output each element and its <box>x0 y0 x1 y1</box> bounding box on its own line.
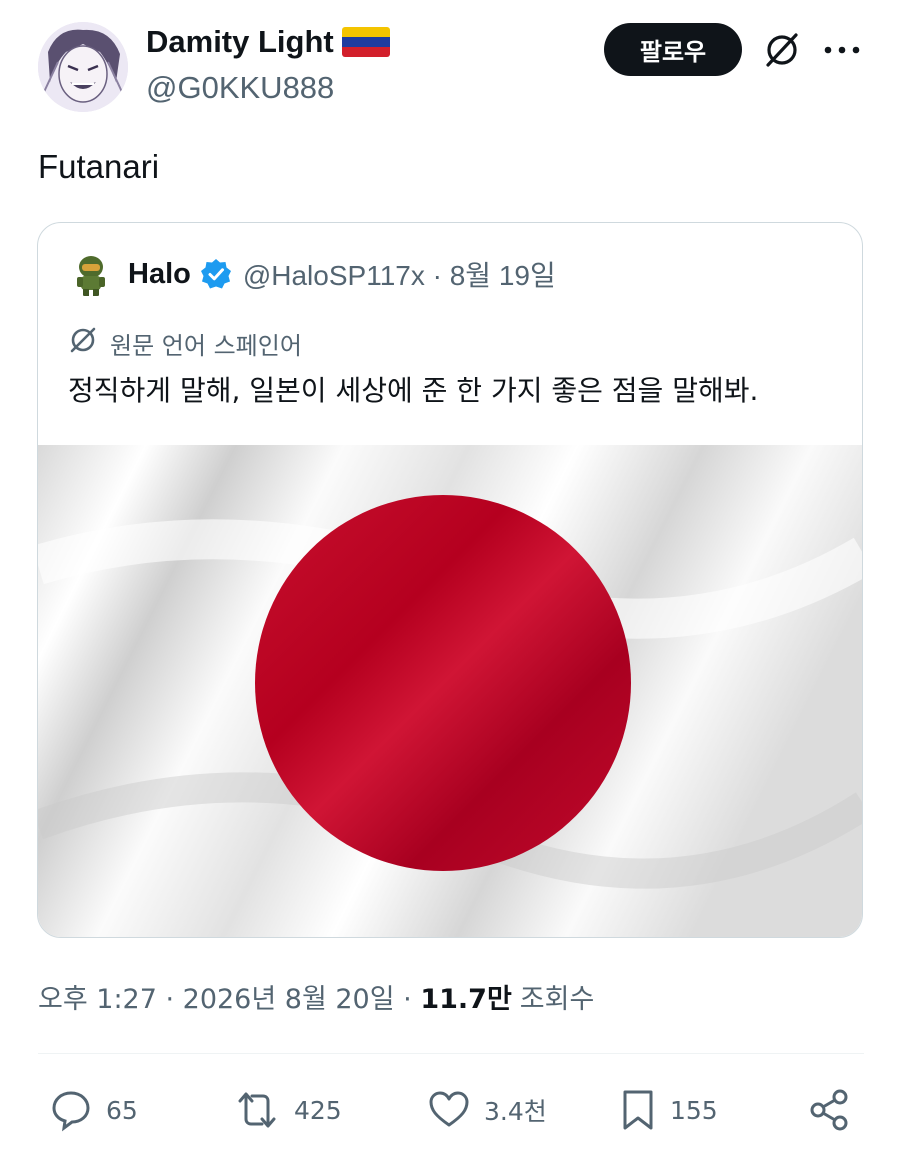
share-icon <box>810 1089 848 1131</box>
repost-count: 425 <box>294 1095 342 1125</box>
translate-small-icon <box>68 325 98 361</box>
venezuela-flag-icon <box>341 27 390 57</box>
tweet-timestamp[interactable]: 오후 1:27 · 2026년 8월 20일 · <box>38 977 420 1016</box>
quoted-author-name[interactable]: Halo <box>128 258 191 291</box>
tweet-meta: 오후 1:27 · 2026년 8월 20일 · 11.7만 조회수 <box>38 977 594 1016</box>
author-handle[interactable]: @G0KKU888 <box>146 70 334 106</box>
reply-button[interactable]: 65 <box>48 1080 138 1140</box>
bookmark-count: 155 <box>670 1095 718 1125</box>
japan-flag-image[interactable] <box>38 445 862 937</box>
verified-badge-icon <box>199 257 233 291</box>
action-bar: 65 425 3.4천 155 <box>0 1080 900 1140</box>
views-label: 조회수 <box>519 984 595 1015</box>
author-avatar[interactable] <box>38 22 128 112</box>
repost-icon <box>238 1092 276 1128</box>
bookmark-icon <box>623 1090 653 1130</box>
more-icon[interactable] <box>820 28 864 72</box>
quoted-handle-date: @HaloSP117x · 8월 19일 <box>242 260 556 291</box>
divider <box>38 1053 864 1054</box>
bookmark-button[interactable]: 155 <box>618 1080 718 1140</box>
author-display-name[interactable]: Damity Light <box>146 24 334 60</box>
quoted-tweet-text: 정직하게 말해, 일본이 세상에 준 한 가지 좋은 점을 말해봐. <box>68 374 759 407</box>
reply-icon <box>52 1091 90 1132</box>
heart-icon <box>429 1091 469 1127</box>
reply-count: 65 <box>106 1095 138 1125</box>
translation-note[interactable]: 원문 언어 스페인어 <box>68 325 302 361</box>
tweet-header: Damity Light @G0KKU888 팔로우 <box>0 0 900 120</box>
translate-icon[interactable] <box>760 28 804 72</box>
share-button[interactable] <box>806 1080 852 1140</box>
like-button[interactable]: 3.4천 <box>426 1080 547 1140</box>
views-count: 11.7만 <box>420 984 512 1015</box>
tweet-text: Futanari <box>38 148 160 185</box>
repost-button[interactable]: 425 <box>232 1080 342 1140</box>
quoted-author-avatar[interactable] <box>68 251 114 297</box>
quoted-tweet-card[interactable]: Halo @HaloSP117x · 8월 19일 원문 언어 스페인어 정직하… <box>37 222 863 938</box>
like-count: 3.4천 <box>484 1097 547 1126</box>
translation-label: 원문 언어 스페인어 <box>110 331 302 360</box>
follow-button[interactable]: 팔로우 <box>604 23 742 76</box>
